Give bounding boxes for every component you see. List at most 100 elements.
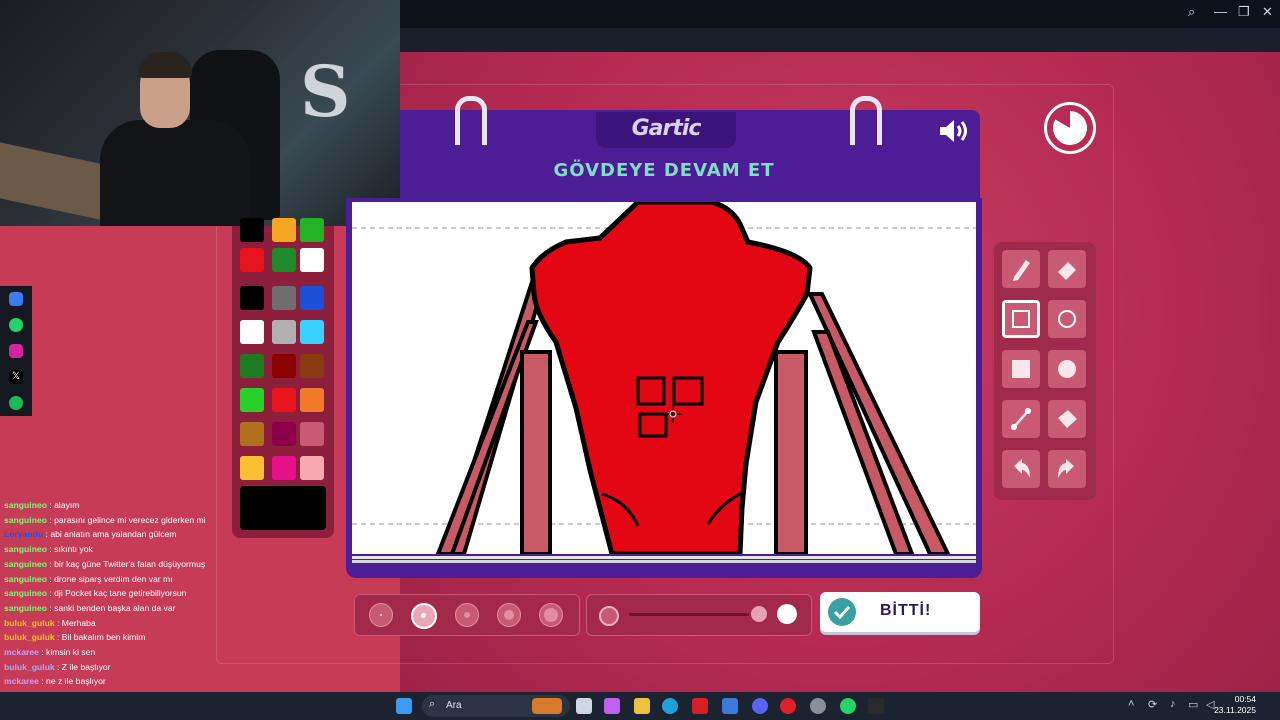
whatsapp-taskbar-icon[interactable] — [840, 698, 856, 714]
brush-size-3[interactable] — [455, 603, 479, 627]
page-edge — [352, 556, 976, 559]
color-swatch[interactable] — [300, 456, 324, 480]
taskbar-search[interactable]: ⌕ Ara — [422, 695, 570, 717]
chat-text: : bir kaç güne Twitter'a falan düşüyormu… — [46, 558, 206, 569]
speaker-icon[interactable] — [938, 118, 970, 149]
chat-text: : alayım — [46, 500, 80, 510]
color-swatch[interactable] — [300, 218, 324, 242]
chat-username[interactable]: buluk_guluk — [4, 618, 55, 628]
color-swatch[interactable] — [240, 422, 264, 446]
edge-icon[interactable] — [662, 698, 678, 714]
color-swatch[interactable] — [240, 248, 264, 272]
chat-message: sanguineo : sıkıntı yok — [4, 544, 93, 554]
brush-size-5[interactable] — [539, 603, 563, 627]
chat-text: : Merhaba — [54, 617, 96, 628]
x-icon[interactable]: 𝕏 — [9, 370, 23, 384]
sync-icon[interactable]: ⟳ — [1148, 698, 1157, 711]
close-icon[interactable]: ✕ — [1262, 4, 1273, 20]
color-swatch[interactable] — [300, 354, 324, 378]
whatsapp-icon[interactable] — [9, 318, 23, 332]
chevron-up-icon[interactable]: ˄ — [1128, 698, 1134, 710]
opera-gx-icon[interactable] — [780, 698, 796, 714]
color-swatch[interactable] — [240, 354, 264, 378]
undo-icon[interactable] — [1002, 450, 1040, 488]
brush-size-1[interactable] — [369, 603, 393, 627]
color-swatch[interactable] — [272, 388, 296, 412]
discord-icon[interactable] — [752, 698, 768, 714]
color-swatch[interactable] — [272, 248, 296, 272]
color-swatch[interactable] — [272, 218, 296, 242]
done-button[interactable]: BİTTİ! — [820, 592, 980, 632]
brush-size-4[interactable] — [497, 603, 521, 627]
webcam-person-body — [100, 120, 250, 226]
color-swatch[interactable] — [272, 422, 296, 446]
chat-username[interactable]: sanguineo — [4, 588, 47, 598]
steam-icon[interactable] — [810, 698, 826, 714]
system-clock[interactable]: 00:54 23.11.2025 — [1214, 694, 1256, 716]
color-swatch[interactable] — [240, 388, 264, 412]
chat-username[interactable]: sanguineo — [4, 544, 47, 554]
pencil-icon[interactable] — [1002, 250, 1040, 288]
task-view-icon[interactable] — [576, 698, 592, 714]
check-icon — [828, 598, 856, 626]
opacity-track — [629, 613, 749, 616]
page-edge — [352, 560, 976, 563]
browser-toolbar — [400, 28, 1280, 71]
color-swatch[interactable] — [240, 218, 264, 242]
instagram-icon[interactable] — [9, 344, 23, 358]
chat-username[interactable]: mckaree — [4, 647, 39, 657]
chat-username[interactable]: sanguineo — [4, 559, 47, 569]
color-swatch[interactable] — [240, 286, 264, 310]
redo-icon[interactable] — [1048, 450, 1086, 488]
color-swatch[interactable] — [272, 354, 296, 378]
color-swatch[interactable] — [300, 248, 324, 272]
opacity-handle[interactable] — [751, 606, 767, 622]
ellipse-filled-icon[interactable] — [1048, 350, 1086, 388]
spotify-icon[interactable] — [9, 396, 23, 410]
chat-username[interactable]: Loryandu — [4, 529, 43, 539]
maximize-icon[interactable]: ❐ — [1238, 4, 1250, 20]
color-swatch[interactable] — [300, 286, 324, 310]
color-swatch[interactable] — [300, 388, 324, 412]
chat-message: sanguineo : parasını gelince mi verecez … — [4, 515, 206, 525]
chat-username[interactable]: buluk_guluk — [4, 662, 55, 672]
color-swatch[interactable] — [300, 320, 324, 344]
chat-username[interactable]: sanguineo — [4, 603, 47, 613]
color-swatch[interactable] — [272, 456, 296, 480]
epic-games-icon[interactable] — [868, 698, 884, 714]
color-swatch[interactable] — [272, 320, 296, 344]
color-swatch[interactable] — [300, 422, 324, 446]
line-icon[interactable] — [1002, 400, 1040, 438]
network-icon[interactable]: ▭ — [1188, 698, 1198, 711]
chat-message: Loryandu : abi anlatın ama yalandan gülc… — [4, 529, 176, 539]
opacity-slider[interactable] — [586, 594, 812, 636]
windows-start-icon[interactable] — [396, 698, 412, 714]
chat-message: mckaree : kimsin ki sen — [4, 647, 95, 657]
ellipse-outline-icon[interactable] — [1048, 300, 1086, 338]
copilot-icon[interactable] — [604, 698, 620, 714]
microphone-icon[interactable]: ♪ — [1170, 698, 1176, 710]
chat-username[interactable]: sanguineo — [4, 500, 47, 510]
brush-size-2[interactable] — [411, 603, 437, 629]
search-icon[interactable]: ⌕ — [1188, 4, 1195, 20]
chat-username[interactable]: mckaree — [4, 676, 39, 686]
color-swatch[interactable] — [272, 286, 296, 310]
chat-text: : ne z ile başlıyor — [38, 676, 106, 687]
chat-username[interactable]: buluk_guluk — [4, 632, 55, 642]
fill-bucket-icon[interactable] — [1048, 400, 1086, 438]
chat-username[interactable]: sanguineo — [4, 574, 47, 584]
chat-message: sanguineo : dji Pocket kaç tane getirebi… — [4, 588, 186, 598]
arc-icon[interactable] — [9, 292, 23, 306]
color-swatch[interactable] — [240, 320, 264, 344]
color-swatch[interactable] — [240, 456, 264, 480]
drawing-canvas[interactable] — [352, 202, 976, 554]
mail-icon[interactable] — [722, 698, 738, 714]
rectangle-filled-icon[interactable] — [1002, 350, 1040, 388]
eraser-icon[interactable] — [1048, 250, 1086, 288]
minimize-icon[interactable]: — — [1214, 4, 1227, 19]
rectangle-outline-icon[interactable] — [1002, 300, 1040, 338]
netflix-icon[interactable] — [692, 698, 708, 714]
chat-username[interactable]: sanguineo — [4, 515, 47, 525]
webcam-overlay: S — [0, 0, 400, 226]
file-explorer-icon[interactable] — [634, 698, 650, 714]
